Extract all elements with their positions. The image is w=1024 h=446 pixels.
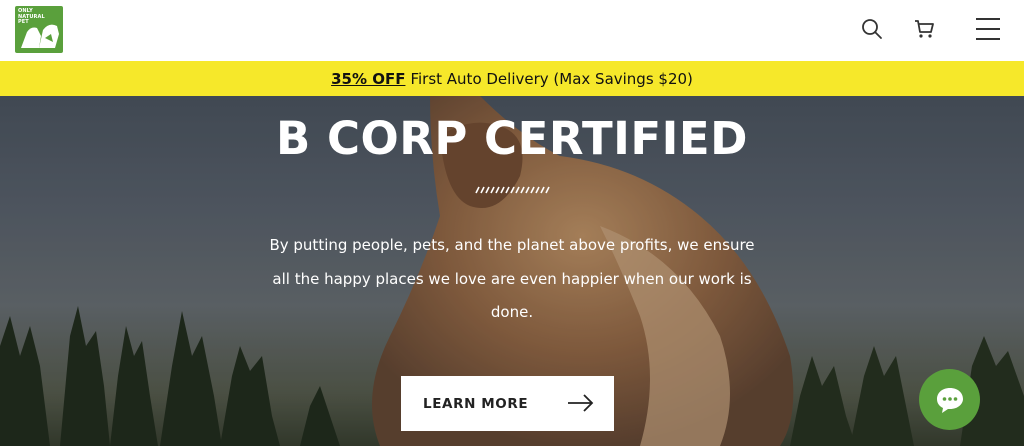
brand-logo[interactable]: ONLY NATURAL PET	[15, 6, 63, 53]
learn-more-button[interactable]: LEARN MORE	[401, 376, 614, 431]
hero-divider	[475, 186, 550, 194]
promo-banner[interactable]: 35% OFF First Auto Delivery (Max Savings…	[0, 61, 1024, 96]
hero-section: B CORP CERTIFIED By putting people, pets…	[0, 96, 1024, 446]
learn-more-label: LEARN MORE	[423, 396, 529, 412]
site-header: ONLY NATURAL PET	[0, 0, 1024, 61]
hero-description: By putting people, pets, and the planet …	[269, 236, 755, 321]
promo-text: First Auto Delivery (Max Savings $20)	[410, 69, 693, 88]
logo-animals-icon	[21, 24, 59, 48]
arrow-right-icon	[568, 394, 594, 412]
chat-button[interactable]	[919, 369, 980, 430]
hero-title: B CORP CERTIFIED	[276, 112, 748, 165]
menu-icon[interactable]	[972, 13, 1004, 45]
search-icon[interactable]	[857, 14, 887, 44]
cart-icon[interactable]	[909, 14, 939, 44]
chat-bubble-icon	[936, 387, 963, 413]
promo-discount[interactable]: 35% OFF	[331, 70, 405, 88]
